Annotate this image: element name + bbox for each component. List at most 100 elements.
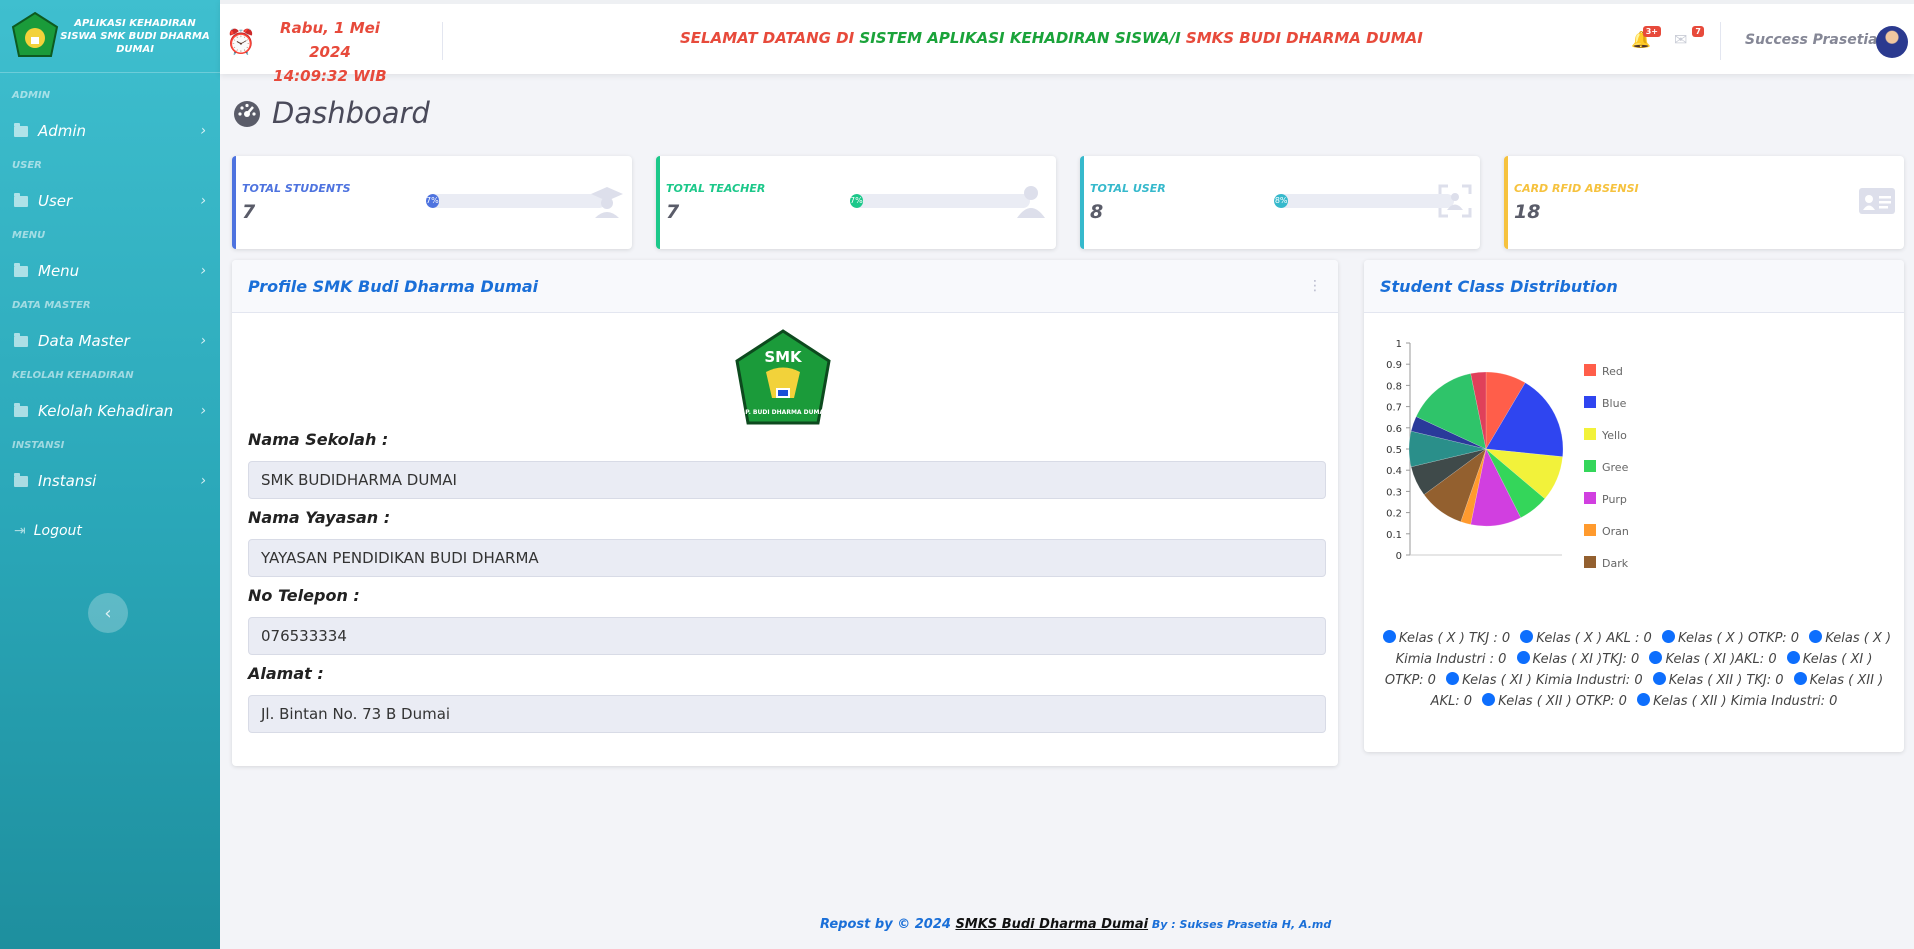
- bullet-dot-icon: [1520, 630, 1534, 643]
- class-count-item: Kelas ( XII ) Kimia Industri: 0: [1631, 693, 1837, 709]
- bullet-dot-icon: [1637, 693, 1651, 706]
- date-time-display: Rabu, 1 Mei 2024 14:09:32 WIB: [260, 16, 400, 88]
- bullet-dot-icon: [1482, 693, 1496, 706]
- profile-panel-header: Profile SMK Budi Dharma Dumai ⋮: [232, 260, 1338, 313]
- sidebar-item-user[interactable]: User ›: [0, 175, 220, 227]
- class-count-item: Kelas ( X ) AKL : 0: [1514, 630, 1652, 646]
- legend-swatch: [1584, 556, 1596, 568]
- user-tie-icon: [1017, 186, 1045, 218]
- card-value: 7: [242, 201, 256, 223]
- school-logo-image: SMK Y.P. BUDI DHARMA DUMAI: [735, 329, 831, 425]
- alerts-button[interactable]: 🔔 3+: [1631, 26, 1661, 50]
- address-label: Alamat :: [248, 664, 324, 683]
- card-value: 7: [666, 201, 680, 223]
- welcome-banner: SELAMAT DATANG DI SISTEM APLIKASI KEHADI…: [680, 29, 1423, 47]
- bullet-dot-icon: [1649, 651, 1663, 664]
- sidebar-item-label: Admin: [38, 122, 87, 140]
- current-date: Rabu, 1 Mei 2024: [280, 19, 380, 61]
- y-tick-label: 0.1: [1386, 530, 1402, 541]
- folder-icon: [14, 122, 28, 137]
- profile-panel: Profile SMK Budi Dharma Dumai ⋮ SMK Y.P.…: [232, 260, 1338, 766]
- class-count-item: Kelas ( XI ) Kimia Industri: 0: [1440, 672, 1643, 688]
- class-count-text: Kelas ( X ) TKJ : 0: [1398, 631, 1511, 646]
- class-count-text: Kelas ( X ) OTKP: 0: [1677, 631, 1800, 646]
- class-count-item: Kelas ( XI )AKL: 0: [1643, 651, 1777, 667]
- y-tick-label: 0.5: [1386, 445, 1402, 456]
- sidebar-item-label: Instansi: [38, 472, 97, 490]
- tachometer-icon: [234, 101, 260, 127]
- school-name-field[interactable]: SMK BUDIDHARMA DUMAI: [248, 461, 1326, 499]
- page-title: Dashboard: [232, 96, 430, 130]
- class-count-text: Kelas ( XII ) OTKP: 0: [1498, 694, 1627, 709]
- total-teacher-card: TOTAL TEACHER 7 7%: [656, 156, 1056, 249]
- sidebar-item-kelolah-kehadiran[interactable]: Kelolah Kehadiran ›: [0, 385, 220, 437]
- legend-swatch: [1584, 364, 1596, 376]
- sidebar-item-label: Logout: [33, 523, 82, 539]
- progress-fill: 7%: [426, 194, 439, 208]
- bullet-dot-icon: [1446, 672, 1460, 685]
- chevron-right-icon: ›: [200, 473, 206, 489]
- topbar-divider: [1720, 22, 1721, 60]
- sidebar-item-label: Kelolah Kehadiran: [38, 402, 174, 420]
- sidebar-item-admin[interactable]: Admin ›: [0, 105, 220, 157]
- distribution-panel: Student Class Distribution 0 0.1 0.2 0.3 0.4…: [1364, 260, 1904, 752]
- users-scan-icon: [1438, 184, 1472, 218]
- footer-prefix: Repost by © 2024: [820, 917, 956, 932]
- folder-icon: [14, 402, 28, 417]
- sidebar-heading-user: USER: [12, 160, 42, 171]
- user-name[interactable]: Success Prasetia: [1745, 32, 1878, 48]
- class-count-text: Kelas ( XI )TKJ: 0: [1532, 652, 1640, 667]
- bullet-dot-icon: [1652, 672, 1666, 685]
- footer-brand-link[interactable]: SMKS Budi Dharma Dumai: [955, 917, 1148, 932]
- legend-label: Blue: [1602, 397, 1627, 410]
- messages-button[interactable]: ✉ 7: [1674, 26, 1704, 50]
- class-count-item: Kelas ( X ) TKJ : 0: [1377, 630, 1511, 646]
- card-title: TOTAL USER: [1090, 182, 1166, 195]
- messages-badge: 7: [1692, 26, 1704, 37]
- folder-icon: [14, 332, 28, 347]
- profile-panel-title: Profile SMK Budi Dharma Dumai: [248, 276, 539, 296]
- phone-field[interactable]: 076533334: [248, 617, 1326, 655]
- folder-icon: [14, 262, 28, 277]
- chevron-right-icon: ›: [200, 123, 206, 139]
- progress-bar: 7%: [426, 194, 606, 208]
- bullet-dot-icon: [1809, 630, 1823, 643]
- sidebar-heading-instansi: INSTANSI: [12, 440, 65, 451]
- more-options-icon[interactable]: ⋮: [1308, 278, 1322, 294]
- footer-author: By : Sukses Prasetia H, A.md: [1148, 918, 1332, 931]
- welcome-text-3: SMKS BUDI DHARMA DUMAI: [1185, 29, 1423, 47]
- sidebar-item-data-master[interactable]: Data Master ›: [0, 315, 220, 367]
- sidebar-toggle-button[interactable]: ‹: [88, 593, 128, 633]
- folder-icon: [14, 472, 28, 487]
- foundation-name-field[interactable]: YAYASAN PENDIDIKAN BUDI DHARMA: [248, 539, 1326, 577]
- phone-label: No Telepon :: [248, 586, 360, 605]
- avatar[interactable]: [1876, 26, 1908, 58]
- graduate-icon: [591, 187, 623, 218]
- sidebar-heading-data-master: DATA MASTER: [12, 300, 91, 311]
- chevron-right-icon: ›: [200, 263, 206, 279]
- class-count-item: Kelas ( XII ) TKJ: 0: [1647, 672, 1784, 688]
- card-title: TOTAL TEACHER: [666, 182, 766, 195]
- current-time: 14:09:32 WIB: [273, 67, 387, 85]
- address-field[interactable]: Jl. Bintan No. 73 B Dumai: [248, 695, 1326, 733]
- sidebar-item-menu[interactable]: Menu ›: [0, 245, 220, 297]
- sidebar-heading-admin: ADMIN: [12, 90, 51, 101]
- chevron-right-icon: ›: [200, 403, 206, 419]
- welcome-text-2: SISTEM APLIKASI KEHADIRAN SISWA/I: [859, 29, 1186, 47]
- progress-fill: 7%: [850, 194, 863, 208]
- class-count-item: Kelas ( XII ) OTKP: 0: [1476, 693, 1627, 709]
- page-title-text: Dashboard: [272, 96, 430, 130]
- card-value: 18: [1514, 201, 1541, 223]
- legend-swatch: [1584, 428, 1596, 440]
- sidebar-item-logout[interactable]: ⇥ Logout: [0, 511, 220, 551]
- logo-caption: Y.P. BUDI DHARMA DUMAI: [739, 409, 827, 416]
- y-tick-label: 0.8: [1386, 381, 1402, 392]
- bullet-dot-icon: [1661, 630, 1675, 643]
- sidebar-item-instansi[interactable]: Instansi ›: [0, 455, 220, 507]
- class-count-text: Kelas ( XII ) TKJ: 0: [1668, 673, 1784, 688]
- sidebar-brand[interactable]: APLIKASI KEHADIRAN SISWA SMK BUDI DHARMA…: [0, 0, 220, 73]
- school-logo-icon: [11, 11, 59, 57]
- class-count-text: Kelas ( XI )AKL: 0: [1665, 652, 1777, 667]
- y-tick-label: 0.4: [1386, 466, 1402, 477]
- legend-label: Gree: [1602, 461, 1629, 474]
